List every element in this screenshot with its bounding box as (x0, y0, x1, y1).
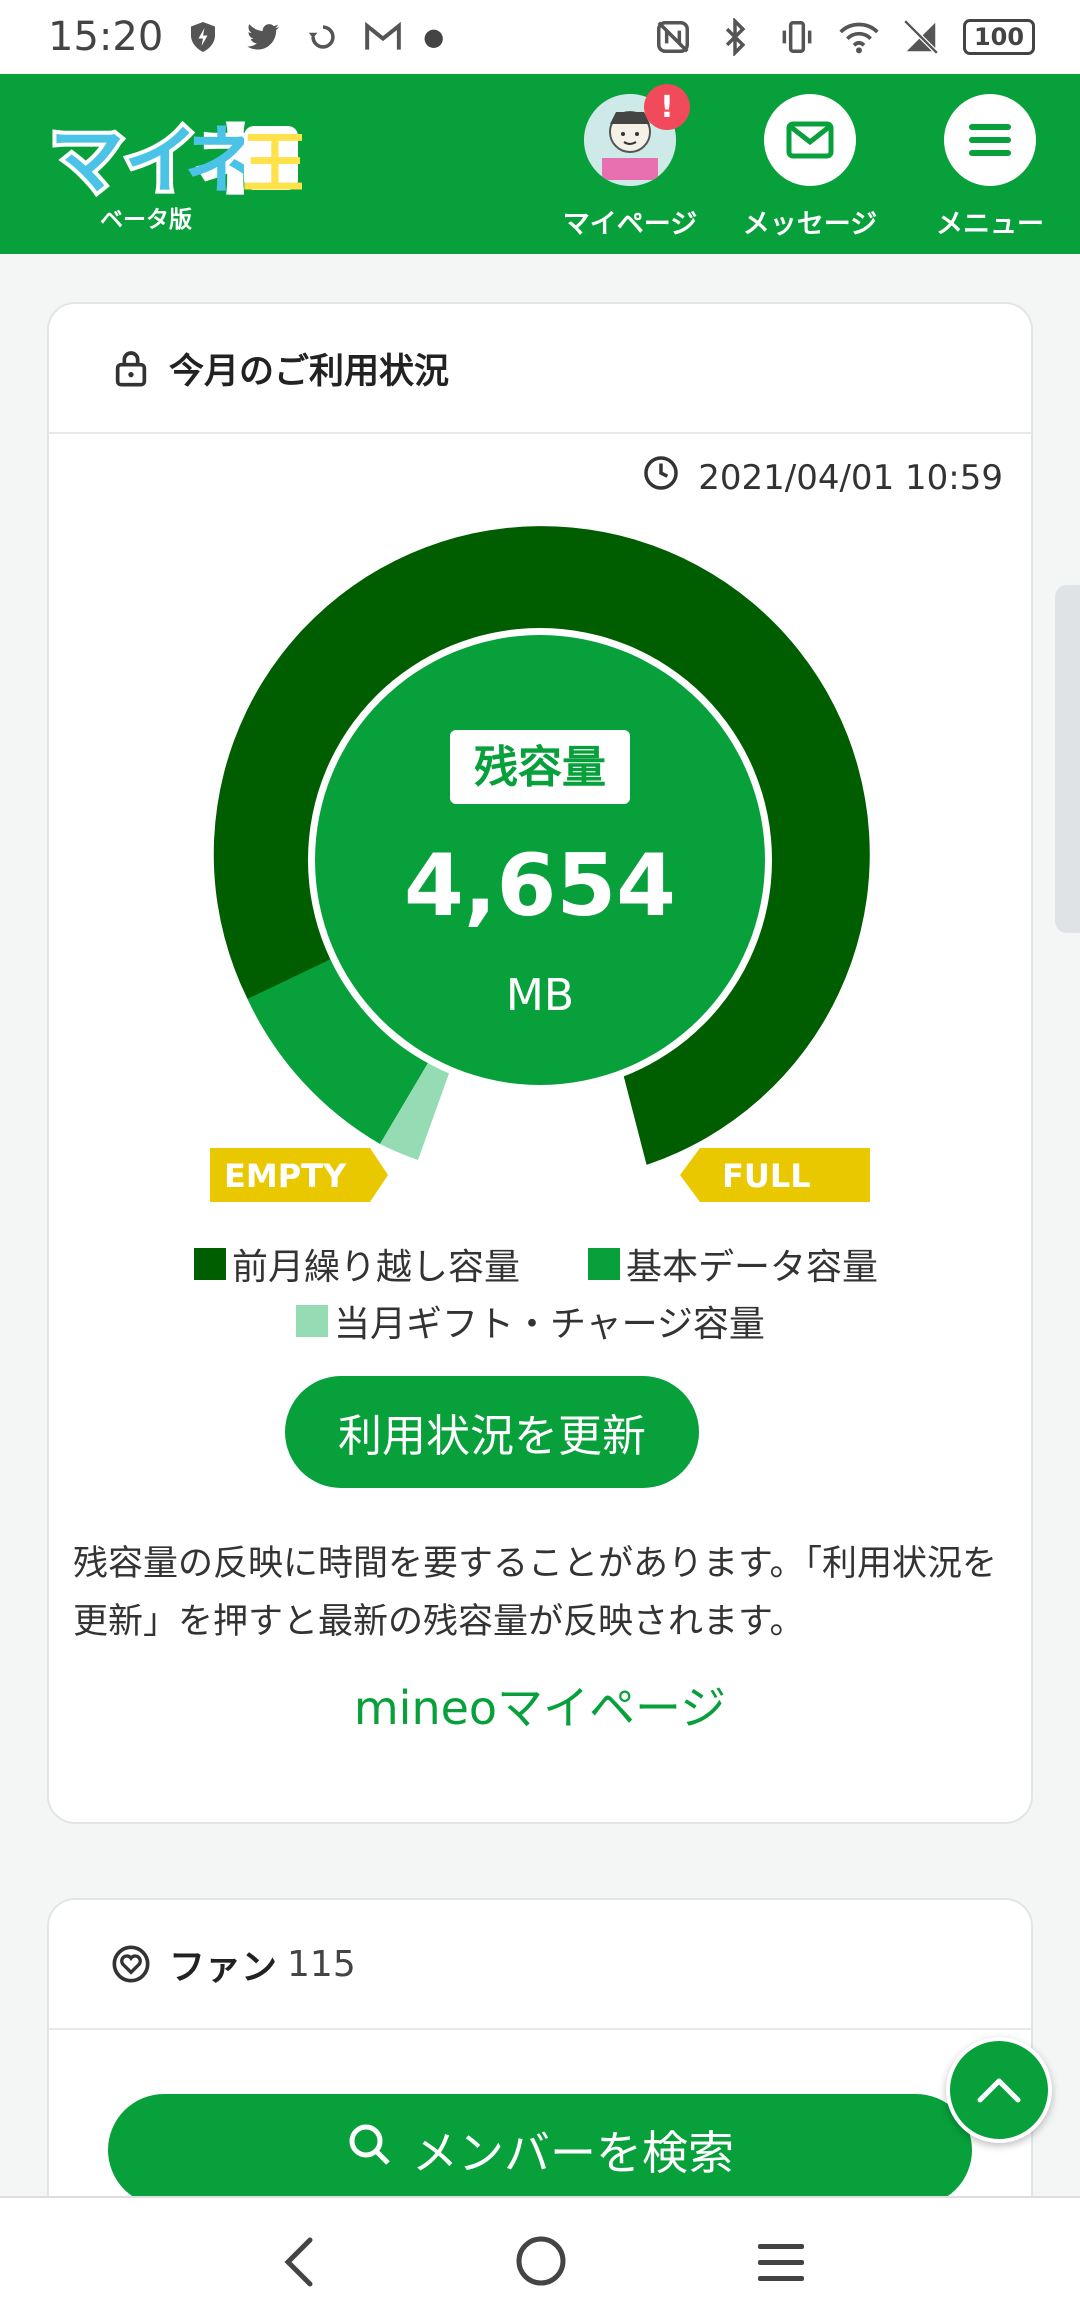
member-search-label: メンバーを検索 (412, 2126, 734, 2180)
legend-swatch (194, 1248, 226, 1280)
legend-label: 当月ギフト・チャージ容量 (334, 1304, 765, 1345)
home-icon[interactable] (514, 2234, 568, 2292)
fan-card-header: ファン 115 (49, 1900, 1031, 2030)
chevron-up-icon (977, 2078, 1021, 2103)
remaining-label: 残容量 (474, 742, 606, 793)
fan-title: ファン (169, 1947, 278, 1988)
fan-count: 115 (287, 1943, 356, 1985)
legend-swatch (588, 1248, 620, 1280)
remaining-value: 4,654 (404, 836, 676, 936)
remaining-unit: MB (506, 970, 574, 1021)
legend-label: 前月繰り越し容量 (232, 1247, 521, 1288)
system-nav-bar (0, 2196, 1080, 2324)
legend-item-basic: 基本データ容量 (588, 1238, 878, 1290)
legend-item-carryover: 前月繰り越し容量 (194, 1238, 520, 1290)
mineo-mypage-link[interactable]: mineoマイページ (0, 1672, 1080, 1738)
search-icon (346, 2121, 394, 2180)
scrollbar[interactable] (1055, 585, 1080, 933)
update-usage-button[interactable]: 利用状況を更新 (285, 1376, 699, 1488)
legend-item-gift: 当月ギフト・チャージ容量 (296, 1295, 765, 1347)
usage-note: 残容量の反映に時間を要することがあります。「利用状況を更新」を押すと最新の残容量… (73, 1544, 998, 1642)
member-search-button[interactable]: メンバーを検索 (108, 2094, 972, 2206)
legend-label: 基本データ容量 (626, 1247, 879, 1288)
scroll-to-top-button[interactable] (946, 2037, 1052, 2143)
data-gauge: 残容量 4,654 MB EMPTY FULL (210, 526, 870, 1202)
back-icon[interactable] (278, 2236, 322, 2292)
heart-icon (111, 1944, 151, 1984)
empty-label: EMPTY (224, 1157, 347, 1195)
recents-icon[interactable] (756, 2242, 806, 2288)
legend-swatch (296, 1305, 328, 1337)
full-label: FULL (722, 1157, 811, 1195)
